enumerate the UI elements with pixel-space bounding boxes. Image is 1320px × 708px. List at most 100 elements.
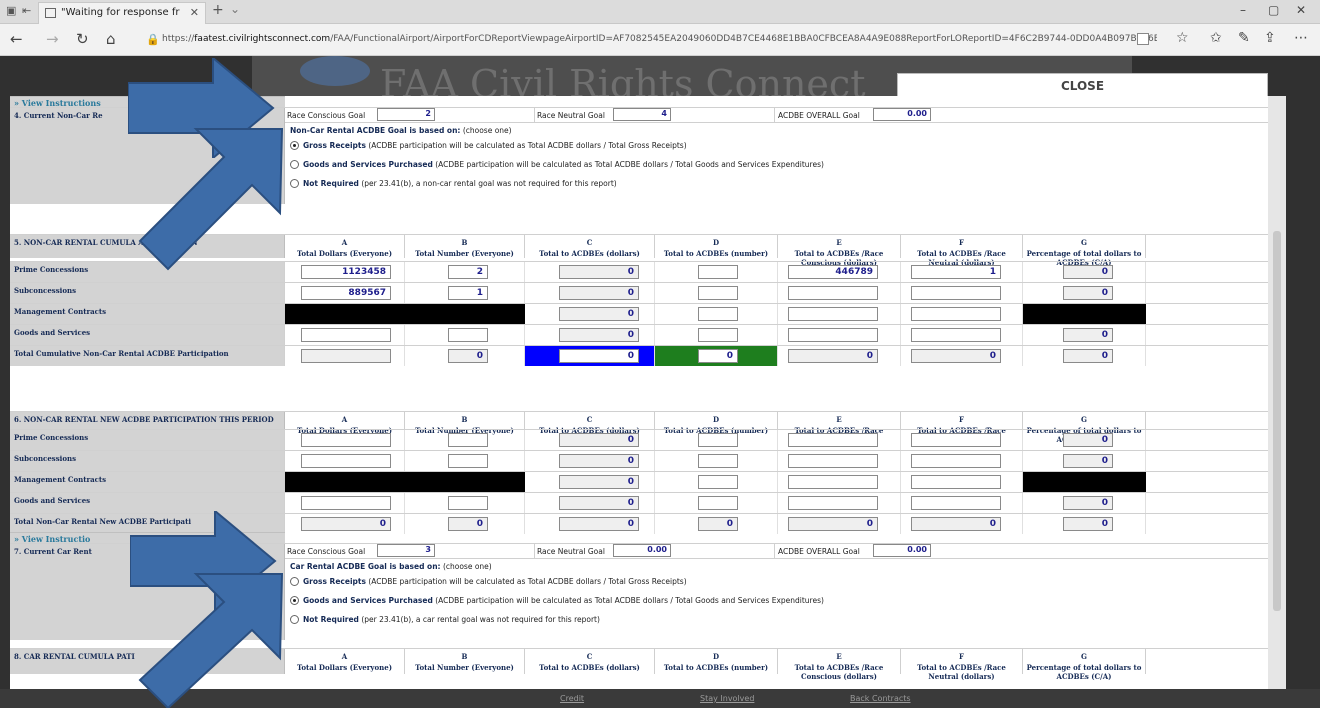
option-not-required[interactable]: Not Required (per 23.41(b), a car rental… (290, 615, 600, 624)
value-input[interactable] (911, 286, 1001, 300)
table-cell: 0 (1023, 325, 1146, 345)
radio-icon[interactable] (290, 141, 299, 150)
column-letter: D (712, 415, 720, 424)
table-row: Goods and Services 0 0 (10, 492, 1268, 513)
table-row: Prime Concessions 1123458 2 0 446789 1 0 (10, 261, 1268, 282)
column-letter: G (1081, 238, 1087, 247)
value-input[interactable]: 1 (448, 286, 488, 300)
minimize-icon[interactable]: – (1240, 3, 1246, 17)
value-input[interactable] (448, 454, 488, 468)
value-input[interactable] (301, 496, 391, 510)
radio-icon[interactable] (290, 577, 299, 586)
radio-icon[interactable] (290, 179, 299, 188)
value-input[interactable] (911, 454, 1001, 468)
goal-basis-heading: Car Rental ACDBE Goal is based on: (choo… (290, 562, 492, 571)
column-letter: D (712, 652, 720, 661)
value-input[interactable] (698, 496, 738, 510)
scrollbar-thumb[interactable] (1273, 231, 1281, 611)
footer-link[interactable]: Stay Involved (700, 694, 754, 703)
view-instructions-link[interactable]: » View Instructions (10, 96, 285, 108)
value-input[interactable] (698, 328, 738, 342)
option-goods-services[interactable]: Goods and Services Purchased (ACDBE part… (290, 596, 824, 605)
column-letter: C (586, 415, 593, 424)
value-input: 0 (1063, 517, 1113, 531)
value-input[interactable] (698, 307, 738, 321)
refresh-icon[interactable]: ↻ (76, 30, 89, 48)
option-not-required[interactable]: Not Required (per 23.41(b), a non-car re… (290, 179, 617, 188)
value-input[interactable] (448, 328, 488, 342)
value-input[interactable] (301, 454, 391, 468)
back-icon[interactable]: ← (10, 30, 23, 48)
value-input[interactable] (448, 496, 488, 510)
address-bar[interactable]: 🔒 https://faatest.civilrightsconnect.com… (142, 30, 1157, 50)
pen-icon[interactable]: ✎ (1238, 30, 1250, 46)
value-input[interactable]: 889567 (301, 286, 391, 300)
value-input[interactable] (698, 433, 738, 447)
favorite-star-icon[interactable]: ☆ (1176, 30, 1189, 46)
value-input[interactable] (301, 328, 391, 342)
value-input[interactable] (301, 433, 391, 447)
radio-icon[interactable] (290, 615, 299, 624)
value-input[interactable] (911, 307, 1001, 321)
radio-icon[interactable] (290, 596, 299, 605)
table-cell: 0 (1023, 451, 1146, 471)
value-input[interactable]: 446789 (788, 265, 878, 279)
table-cell (655, 451, 778, 471)
column-header: C Total to ACDBEs (dollars) (525, 649, 655, 674)
value-input[interactable] (698, 286, 738, 300)
column-header: FTotal to ACDBEs /Race Neutral (dollars) (901, 235, 1023, 267)
close-tab-icon[interactable]: ✕ (190, 6, 199, 19)
close-button[interactable]: CLOSE (897, 73, 1268, 97)
value-input[interactable] (911, 328, 1001, 342)
footer-link[interactable]: Credit (560, 694, 584, 703)
scrollbar[interactable] (1268, 96, 1286, 689)
new-tab-icon[interactable]: + (212, 2, 224, 18)
option-goods-services[interactable]: Goods and Services Purchased (ACDBE part… (290, 160, 824, 169)
option-gross-receipts[interactable]: Gross Receipts (ACDBE participation will… (290, 141, 687, 150)
value-input[interactable] (911, 496, 1001, 510)
share-icon[interactable]: ⇪ (1264, 30, 1276, 46)
radio-icon[interactable] (290, 160, 299, 169)
race-conscious-input[interactable]: 2 (377, 108, 435, 121)
view-instructions-link[interactable]: » View Instructio (10, 532, 285, 544)
tab-dropdown-icon[interactable]: ⌄ (230, 2, 240, 16)
value-input: 0 (559, 517, 639, 531)
race-conscious-input[interactable]: 3 (377, 544, 435, 557)
value-input[interactable]: 2 (448, 265, 488, 279)
value-input[interactable] (698, 454, 738, 468)
maximize-icon[interactable]: ▢ (1268, 3, 1279, 17)
table-cell: 1 (901, 262, 1023, 282)
value-input[interactable] (788, 286, 878, 300)
value-input[interactable] (448, 433, 488, 447)
value-input[interactable]: 1123458 (301, 265, 391, 279)
value-input[interactable] (911, 433, 1001, 447)
value-input[interactable] (911, 475, 1001, 489)
column-header: ETotal to ACDBEs /Race Conscious (dollar… (778, 235, 901, 267)
value-input[interactable] (788, 433, 878, 447)
window-close-icon[interactable]: ✕ (1296, 3, 1306, 17)
forward-icon[interactable]: → (46, 30, 59, 48)
value-input[interactable] (788, 454, 878, 468)
home-icon[interactable]: ⌂ (106, 30, 116, 48)
value-input: 0 (1063, 433, 1113, 447)
row-label: Total Non-Car Rental New ACDBE Participa… (10, 514, 285, 534)
url-path: /FAA/FunctionalAirport/AirportForCDRepor… (330, 34, 1157, 44)
value-input[interactable] (788, 307, 878, 321)
footer-link[interactable]: Back Contracts (850, 694, 911, 703)
value-input: 0 (559, 286, 639, 300)
value-input[interactable] (788, 475, 878, 489)
option-gross-receipts[interactable]: Gross Receipts (ACDBE participation will… (290, 577, 687, 586)
value-input[interactable] (788, 496, 878, 510)
column-header: D Total to ACDBEs (number) (655, 235, 778, 258)
tab-actions-icon[interactable]: ▣ (6, 4, 16, 17)
value-input[interactable]: 1 (911, 265, 1001, 279)
more-icon[interactable]: ⋯ (1294, 30, 1308, 46)
value-input[interactable] (788, 328, 878, 342)
value-input[interactable] (698, 265, 738, 279)
browser-tab[interactable]: "Waiting for response fr ✕ (38, 2, 206, 24)
value-input[interactable] (698, 475, 738, 489)
set-aside-tabs-icon[interactable]: ⇤ (22, 4, 31, 17)
reading-view-icon[interactable] (1137, 33, 1149, 45)
race-neutral-input[interactable]: 4 (613, 108, 671, 121)
favorites-hub-icon[interactable]: ✩ (1210, 30, 1222, 46)
